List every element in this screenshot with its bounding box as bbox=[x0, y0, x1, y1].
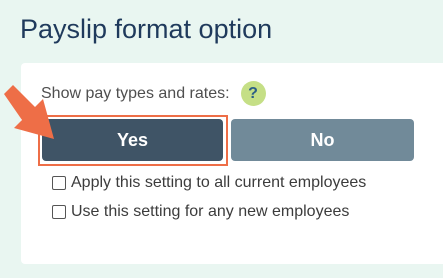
use-new-employees-label: Use this setting for any new employees bbox=[71, 203, 350, 220]
payslip-settings-card: Show pay types and rates: ? Yes No Apply… bbox=[21, 63, 443, 264]
no-button[interactable]: No bbox=[231, 119, 414, 161]
apply-current-employees-option[interactable]: Apply this setting to all current employ… bbox=[52, 174, 366, 192]
use-new-employees-option[interactable]: Use this setting for any new employees bbox=[52, 203, 349, 221]
apply-current-employees-label: Apply this setting to all current employ… bbox=[71, 174, 367, 191]
question-row: Show pay types and rates: ? bbox=[41, 81, 266, 106]
yes-button[interactable]: Yes bbox=[42, 119, 223, 161]
help-icon[interactable]: ? bbox=[240, 81, 266, 106]
apply-current-employees-checkbox[interactable] bbox=[52, 176, 66, 190]
question-label: Show pay types and rates: bbox=[41, 84, 230, 102]
use-new-employees-checkbox[interactable] bbox=[52, 205, 66, 219]
page-title: Payslip format option bbox=[20, 14, 273, 44]
